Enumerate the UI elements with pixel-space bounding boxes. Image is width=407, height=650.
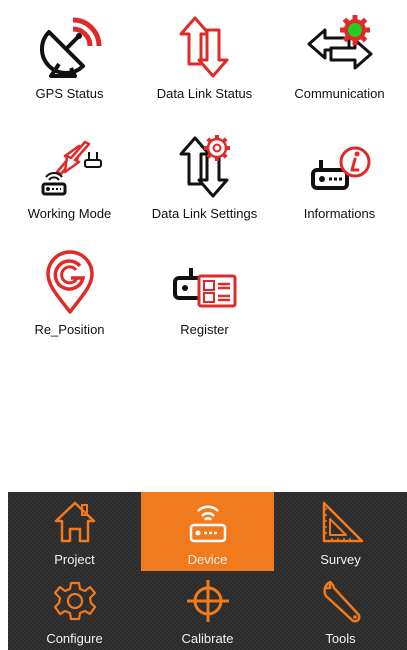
informations-tile[interactable]: Informations xyxy=(272,120,407,230)
register-label: Register xyxy=(180,322,229,337)
gps-status-tile[interactable]: GPS Status xyxy=(2,0,137,110)
device-register-icon xyxy=(137,250,272,316)
crosshair-icon xyxy=(141,575,274,627)
nav-device-label: Device xyxy=(187,552,228,567)
communication-tile[interactable]: Communication xyxy=(272,0,407,110)
working-mode-icon xyxy=(2,134,137,200)
device-info-icon xyxy=(272,134,407,200)
nav-tools[interactable]: Tools xyxy=(274,571,407,650)
nav-device[interactable]: Device xyxy=(141,492,274,571)
nav-calibrate[interactable]: Calibrate xyxy=(141,571,274,650)
wrench-icon xyxy=(274,575,407,627)
gear-icon xyxy=(8,575,141,627)
informations-label: Informations xyxy=(303,206,376,221)
working-mode-tile[interactable]: Working Mode xyxy=(2,120,137,230)
nav-project-label: Project xyxy=(54,552,95,567)
nav-tools-label: Tools xyxy=(325,631,356,646)
nav-survey-label: Survey xyxy=(320,552,361,567)
re-position-tile[interactable]: Re_Position xyxy=(2,236,137,346)
bottom-navigation: Project Device Survey Configure Calibrat… xyxy=(8,492,407,650)
data-link-status-tile[interactable]: Data Link Status xyxy=(137,0,272,110)
satellite-dish-icon xyxy=(2,14,137,80)
device-router-icon xyxy=(141,496,274,548)
nav-project[interactable]: Project xyxy=(8,492,141,571)
nav-configure-label: Configure xyxy=(46,631,103,646)
working-mode-label: Working Mode xyxy=(27,206,112,221)
data-link-settings-tile[interactable]: Data Link Settings xyxy=(137,120,272,230)
data-link-status-label: Data Link Status xyxy=(156,86,253,101)
re-position-label: Re_Position xyxy=(34,322,105,337)
register-tile[interactable]: Register xyxy=(137,236,272,346)
nav-configure[interactable]: Configure xyxy=(8,571,141,650)
data-link-settings-label: Data Link Settings xyxy=(151,206,258,221)
data-link-settings-icon xyxy=(137,134,272,200)
gps-status-label: GPS Status xyxy=(35,86,104,101)
set-square-icon xyxy=(274,496,407,548)
map-pin-g-icon xyxy=(2,250,137,316)
nav-calibrate-label: Calibrate xyxy=(181,631,234,646)
home-icon xyxy=(8,496,141,548)
communication-label: Communication xyxy=(294,86,385,101)
data-link-arrows-icon xyxy=(137,14,272,80)
communication-arrows-icon xyxy=(272,14,407,80)
nav-survey[interactable]: Survey xyxy=(274,492,407,571)
